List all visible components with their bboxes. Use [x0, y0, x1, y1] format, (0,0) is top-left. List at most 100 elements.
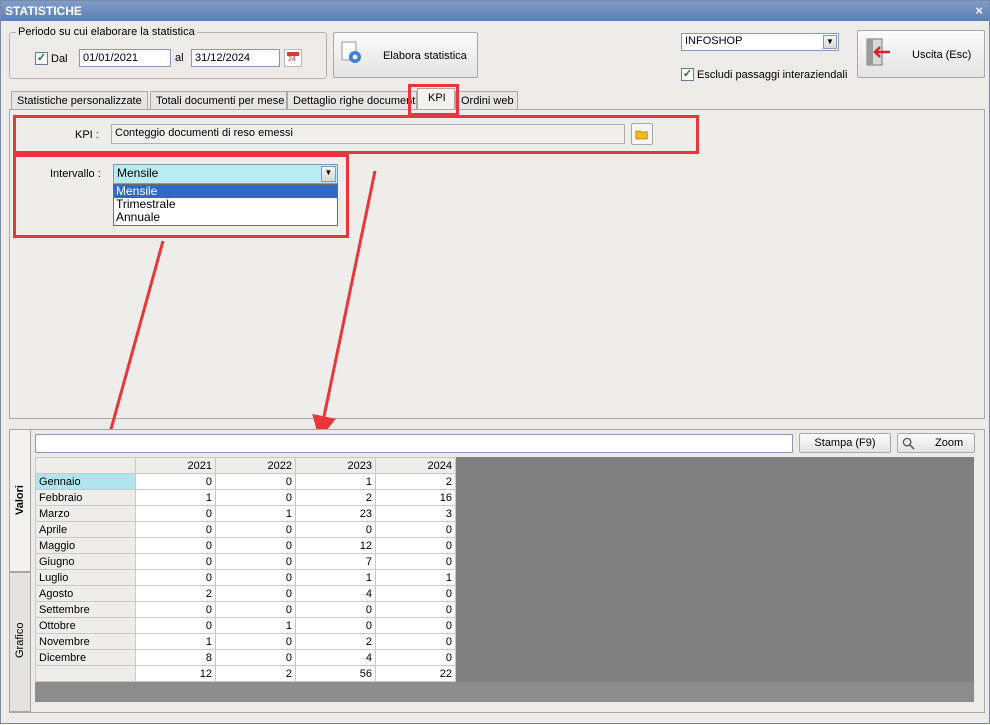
- value-cell[interactable]: 2: [135, 585, 216, 602]
- month-cell[interactable]: Ottobre: [35, 617, 136, 634]
- value-cell[interactable]: 0: [215, 537, 296, 554]
- dal-checkbox[interactable]: ✓: [35, 52, 48, 65]
- value-cell[interactable]: 0: [375, 601, 456, 618]
- value-cell[interactable]: 0: [375, 617, 456, 634]
- month-cell[interactable]: Gennaio: [35, 473, 136, 490]
- value-cell[interactable]: 0: [215, 569, 296, 586]
- month-cell[interactable]: Luglio: [35, 569, 136, 586]
- total-cell: 56: [295, 665, 376, 682]
- value-cell[interactable]: 0: [375, 649, 456, 666]
- value-cell[interactable]: 8: [135, 649, 216, 666]
- calendar-icon[interactable]: 24: [284, 49, 302, 67]
- elabora-statistica-button[interactable]: Elabora statistica: [333, 32, 478, 78]
- month-cell[interactable]: Aprile: [35, 521, 136, 538]
- value-cell[interactable]: 2: [375, 473, 456, 490]
- value-cell[interactable]: 0: [375, 521, 456, 538]
- value-cell[interactable]: 1: [295, 569, 376, 586]
- value-cell[interactable]: 4: [295, 649, 376, 666]
- tab-statistiche-personalizzate[interactable]: Statistiche personalizzate: [11, 91, 148, 110]
- shop-select[interactable]: INFOSHOP ▼: [681, 33, 839, 51]
- column-header[interactable]: 2022: [215, 457, 296, 474]
- value-cell[interactable]: 0: [375, 633, 456, 650]
- table-row[interactable]: Luglio 0 0 1 1: [35, 569, 456, 586]
- chevron-down-icon[interactable]: ▼: [823, 35, 837, 49]
- tab-valori[interactable]: Valori: [9, 429, 31, 572]
- month-cell[interactable]: Dicembre: [35, 649, 136, 666]
- value-cell[interactable]: 0: [135, 553, 216, 570]
- value-cell[interactable]: 0: [135, 569, 216, 586]
- table-row[interactable]: Aprile 0 0 0 0: [35, 521, 456, 538]
- month-cell[interactable]: Febbraio: [35, 489, 136, 506]
- table-row[interactable]: Febbraio 1 0 2 16: [35, 489, 456, 506]
- month-cell[interactable]: Marzo: [35, 505, 136, 522]
- from-date-input[interactable]: 01/01/2021: [79, 49, 171, 67]
- column-header[interactable]: 2023: [295, 457, 376, 474]
- filter-input[interactable]: [35, 434, 793, 453]
- month-cell[interactable]: Settembre: [35, 601, 136, 618]
- table-row[interactable]: Giugno 0 0 7 0: [35, 553, 456, 570]
- value-cell[interactable]: 0: [135, 537, 216, 554]
- value-cell[interactable]: 1: [295, 473, 376, 490]
- value-cell[interactable]: 0: [295, 601, 376, 618]
- value-cell[interactable]: 0: [135, 601, 216, 618]
- value-cell[interactable]: 0: [135, 473, 216, 490]
- tab-grafico[interactable]: Grafico: [9, 572, 31, 712]
- column-header[interactable]: 2024: [375, 457, 456, 474]
- table-row[interactable]: Dicembre 8 0 4 0: [35, 649, 456, 666]
- tab-dettaglio-righe[interactable]: Dettaglio righe documenti: [287, 91, 417, 110]
- al-label: al: [175, 52, 184, 64]
- month-cell[interactable]: Giugno: [35, 553, 136, 570]
- value-cell[interactable]: 2: [295, 489, 376, 506]
- value-cell[interactable]: 0: [135, 617, 216, 634]
- value-cell[interactable]: 0: [215, 473, 296, 490]
- escludi-checkbox[interactable]: ✓: [681, 68, 694, 81]
- value-cell[interactable]: 0: [215, 553, 296, 570]
- value-cell[interactable]: 1: [215, 617, 296, 634]
- tab-ordini-web[interactable]: Ordini web: [455, 91, 518, 110]
- value-cell[interactable]: 7: [295, 553, 376, 570]
- table-header-row: 2021 2022 2023 2024: [35, 457, 456, 474]
- table-row[interactable]: Ottobre 0 1 0 0: [35, 617, 456, 634]
- month-cell[interactable]: Agosto: [35, 585, 136, 602]
- value-cell[interactable]: 1: [135, 489, 216, 506]
- value-cell[interactable]: 0: [375, 585, 456, 602]
- value-cell[interactable]: 0: [295, 617, 376, 634]
- value-cell[interactable]: 0: [215, 489, 296, 506]
- tab-totali-documenti[interactable]: Totali documenti per mese: [150, 91, 287, 110]
- table-row[interactable]: Maggio 0 0 12 0: [35, 537, 456, 554]
- value-cell[interactable]: 12: [295, 537, 376, 554]
- value-cell[interactable]: 0: [375, 537, 456, 554]
- value-cell[interactable]: 3: [375, 505, 456, 522]
- value-cell[interactable]: 16: [375, 489, 456, 506]
- close-icon[interactable]: ×: [975, 1, 983, 21]
- value-cell[interactable]: 0: [215, 633, 296, 650]
- value-cell[interactable]: 1: [215, 505, 296, 522]
- column-header[interactable]: 2021: [135, 457, 216, 474]
- table-row[interactable]: Novembre 1 0 2 0: [35, 633, 456, 650]
- zoom-button[interactable]: Zoom: [897, 433, 975, 453]
- month-cell[interactable]: Novembre: [35, 633, 136, 650]
- value-cell[interactable]: 1: [375, 569, 456, 586]
- value-cell[interactable]: 0: [215, 601, 296, 618]
- value-cell[interactable]: 23: [295, 505, 376, 522]
- value-cell[interactable]: 0: [215, 649, 296, 666]
- uscita-button[interactable]: Uscita (Esc): [857, 30, 985, 78]
- table-row[interactable]: Agosto 2 0 4 0: [35, 585, 456, 602]
- table-row[interactable]: Settembre 0 0 0 0: [35, 601, 456, 618]
- stampa-button[interactable]: Stampa (F9): [799, 433, 891, 453]
- month-cell[interactable]: Maggio: [35, 537, 136, 554]
- value-cell[interactable]: 0: [295, 521, 376, 538]
- to-date-input[interactable]: 31/12/2024: [191, 49, 280, 67]
- table-row[interactable]: Marzo 0 1 23 3: [35, 505, 456, 522]
- value-cell[interactable]: 4: [295, 585, 376, 602]
- valori-label: Valori: [14, 485, 26, 515]
- value-cell[interactable]: 0: [135, 521, 216, 538]
- value-cell[interactable]: 0: [215, 585, 296, 602]
- value-cell[interactable]: 0: [215, 521, 296, 538]
- values-table: 2021 2022 2023 2024 Gennaio 0 0 1 2 Febbraio 1 0 2 1…: [35, 457, 456, 682]
- value-cell[interactable]: 0: [375, 553, 456, 570]
- value-cell[interactable]: 1: [135, 633, 216, 650]
- value-cell[interactable]: 2: [295, 633, 376, 650]
- value-cell[interactable]: 0: [135, 505, 216, 522]
- table-row[interactable]: Gennaio 0 0 1 2: [35, 473, 456, 490]
